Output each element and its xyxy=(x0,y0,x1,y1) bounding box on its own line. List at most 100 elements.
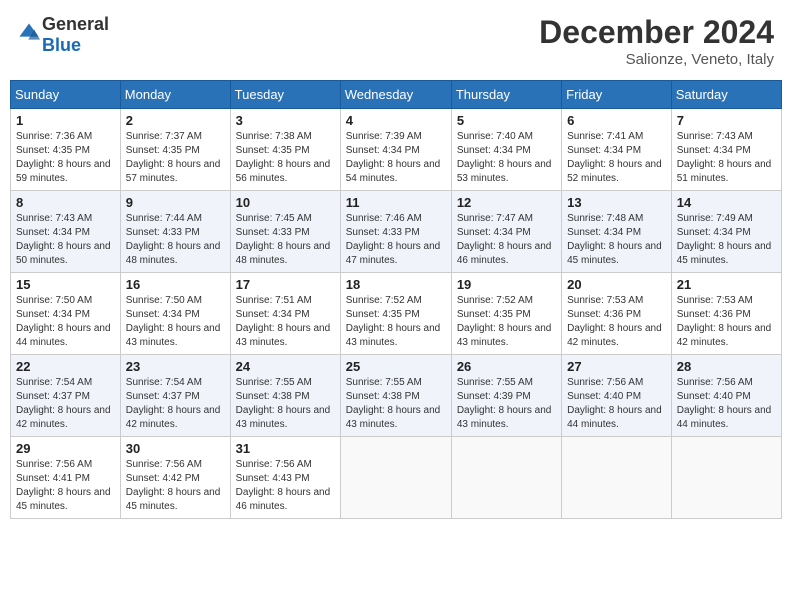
table-row: 30 Sunrise: 7:56 AM Sunset: 4:42 PM Dayl… xyxy=(120,437,230,519)
day-info: Sunrise: 7:54 AM Sunset: 4:37 PM Dayligh… xyxy=(126,377,221,430)
table-row: 2 Sunrise: 7:37 AM Sunset: 4:35 PM Dayli… xyxy=(120,109,230,191)
day-info: Sunrise: 7:45 AM Sunset: 4:33 PM Dayligh… xyxy=(236,213,331,266)
day-number: 5 xyxy=(457,113,556,128)
day-number: 26 xyxy=(457,359,556,374)
day-info: Sunrise: 7:41 AM Sunset: 4:34 PM Dayligh… xyxy=(567,131,662,184)
logo-general-text: General xyxy=(42,14,109,34)
day-number: 6 xyxy=(567,113,666,128)
table-row: 9 Sunrise: 7:44 AM Sunset: 4:33 PM Dayli… xyxy=(120,191,230,273)
day-info: Sunrise: 7:47 AM Sunset: 4:34 PM Dayligh… xyxy=(457,213,552,266)
table-row: 17 Sunrise: 7:51 AM Sunset: 4:34 PM Dayl… xyxy=(230,273,340,355)
day-number: 29 xyxy=(16,441,115,456)
col-sunday: Sunday xyxy=(11,81,121,109)
day-number: 4 xyxy=(346,113,446,128)
day-number: 7 xyxy=(677,113,776,128)
day-number: 1 xyxy=(16,113,115,128)
col-thursday: Thursday xyxy=(451,81,561,109)
table-row: 18 Sunrise: 7:52 AM Sunset: 4:35 PM Dayl… xyxy=(340,273,451,355)
day-info: Sunrise: 7:50 AM Sunset: 4:34 PM Dayligh… xyxy=(126,295,221,348)
day-number: 20 xyxy=(567,277,666,292)
day-info: Sunrise: 7:39 AM Sunset: 4:34 PM Dayligh… xyxy=(346,131,441,184)
title-section: December 2024 Salionze, Veneto, Italy xyxy=(539,14,774,68)
day-number: 30 xyxy=(126,441,225,456)
day-info: Sunrise: 7:49 AM Sunset: 4:34 PM Dayligh… xyxy=(677,213,772,266)
day-info: Sunrise: 7:38 AM Sunset: 4:35 PM Dayligh… xyxy=(236,131,331,184)
day-info: Sunrise: 7:56 AM Sunset: 4:40 PM Dayligh… xyxy=(567,377,662,430)
table-row: 14 Sunrise: 7:49 AM Sunset: 4:34 PM Dayl… xyxy=(671,191,781,273)
day-info: Sunrise: 7:48 AM Sunset: 4:34 PM Dayligh… xyxy=(567,213,662,266)
day-info: Sunrise: 7:52 AM Sunset: 4:35 PM Dayligh… xyxy=(457,295,552,348)
logo: General Blue xyxy=(18,14,109,56)
day-info: Sunrise: 7:43 AM Sunset: 4:34 PM Dayligh… xyxy=(677,131,772,184)
day-number: 9 xyxy=(126,195,225,210)
day-info: Sunrise: 7:40 AM Sunset: 4:34 PM Dayligh… xyxy=(457,131,552,184)
table-row xyxy=(562,437,672,519)
table-row: 24 Sunrise: 7:55 AM Sunset: 4:38 PM Dayl… xyxy=(230,355,340,437)
day-number: 17 xyxy=(236,277,335,292)
col-wednesday: Wednesday xyxy=(340,81,451,109)
day-number: 28 xyxy=(677,359,776,374)
table-row: 23 Sunrise: 7:54 AM Sunset: 4:37 PM Dayl… xyxy=(120,355,230,437)
day-info: Sunrise: 7:56 AM Sunset: 4:40 PM Dayligh… xyxy=(677,377,772,430)
day-number: 24 xyxy=(236,359,335,374)
table-row: 21 Sunrise: 7:53 AM Sunset: 4:36 PM Dayl… xyxy=(671,273,781,355)
table-row: 13 Sunrise: 7:48 AM Sunset: 4:34 PM Dayl… xyxy=(562,191,672,273)
col-saturday: Saturday xyxy=(671,81,781,109)
table-row: 3 Sunrise: 7:38 AM Sunset: 4:35 PM Dayli… xyxy=(230,109,340,191)
col-tuesday: Tuesday xyxy=(230,81,340,109)
day-number: 18 xyxy=(346,277,446,292)
table-row: 15 Sunrise: 7:50 AM Sunset: 4:34 PM Dayl… xyxy=(11,273,121,355)
day-number: 19 xyxy=(457,277,556,292)
day-info: Sunrise: 7:55 AM Sunset: 4:39 PM Dayligh… xyxy=(457,377,552,430)
day-number: 31 xyxy=(236,441,335,456)
day-info: Sunrise: 7:54 AM Sunset: 4:37 PM Dayligh… xyxy=(16,377,111,430)
day-number: 12 xyxy=(457,195,556,210)
day-number: 27 xyxy=(567,359,666,374)
table-row: 25 Sunrise: 7:55 AM Sunset: 4:38 PM Dayl… xyxy=(340,355,451,437)
day-info: Sunrise: 7:53 AM Sunset: 4:36 PM Dayligh… xyxy=(567,295,662,348)
day-info: Sunrise: 7:44 AM Sunset: 4:33 PM Dayligh… xyxy=(126,213,221,266)
day-info: Sunrise: 7:50 AM Sunset: 4:34 PM Dayligh… xyxy=(16,295,111,348)
col-friday: Friday xyxy=(562,81,672,109)
day-number: 14 xyxy=(677,195,776,210)
day-info: Sunrise: 7:46 AM Sunset: 4:33 PM Dayligh… xyxy=(346,213,441,266)
day-number: 2 xyxy=(126,113,225,128)
day-number: 8 xyxy=(16,195,115,210)
day-number: 16 xyxy=(126,277,225,292)
table-row: 29 Sunrise: 7:56 AM Sunset: 4:41 PM Dayl… xyxy=(11,437,121,519)
table-row: 4 Sunrise: 7:39 AM Sunset: 4:34 PM Dayli… xyxy=(340,109,451,191)
month-title: December 2024 xyxy=(539,14,774,51)
table-row: 19 Sunrise: 7:52 AM Sunset: 4:35 PM Dayl… xyxy=(451,273,561,355)
day-number: 10 xyxy=(236,195,335,210)
table-row: 11 Sunrise: 7:46 AM Sunset: 4:33 PM Dayl… xyxy=(340,191,451,273)
day-number: 23 xyxy=(126,359,225,374)
page-header: General Blue December 2024 Salionze, Ven… xyxy=(10,10,782,72)
day-info: Sunrise: 7:56 AM Sunset: 4:42 PM Dayligh… xyxy=(126,459,221,512)
day-number: 3 xyxy=(236,113,335,128)
table-row: 8 Sunrise: 7:43 AM Sunset: 4:34 PM Dayli… xyxy=(11,191,121,273)
table-row: 7 Sunrise: 7:43 AM Sunset: 4:34 PM Dayli… xyxy=(671,109,781,191)
day-number: 25 xyxy=(346,359,446,374)
table-row: 31 Sunrise: 7:56 AM Sunset: 4:43 PM Dayl… xyxy=(230,437,340,519)
day-number: 15 xyxy=(16,277,115,292)
day-number: 13 xyxy=(567,195,666,210)
day-info: Sunrise: 7:55 AM Sunset: 4:38 PM Dayligh… xyxy=(346,377,441,430)
table-row: 22 Sunrise: 7:54 AM Sunset: 4:37 PM Dayl… xyxy=(11,355,121,437)
table-row xyxy=(451,437,561,519)
day-info: Sunrise: 7:51 AM Sunset: 4:34 PM Dayligh… xyxy=(236,295,331,348)
table-row: 20 Sunrise: 7:53 AM Sunset: 4:36 PM Dayl… xyxy=(562,273,672,355)
day-info: Sunrise: 7:56 AM Sunset: 4:43 PM Dayligh… xyxy=(236,459,331,512)
table-row: 16 Sunrise: 7:50 AM Sunset: 4:34 PM Dayl… xyxy=(120,273,230,355)
table-row: 12 Sunrise: 7:47 AM Sunset: 4:34 PM Dayl… xyxy=(451,191,561,273)
day-number: 22 xyxy=(16,359,115,374)
table-row: 5 Sunrise: 7:40 AM Sunset: 4:34 PM Dayli… xyxy=(451,109,561,191)
day-info: Sunrise: 7:37 AM Sunset: 4:35 PM Dayligh… xyxy=(126,131,221,184)
day-number: 11 xyxy=(346,195,446,210)
table-row: 1 Sunrise: 7:36 AM Sunset: 4:35 PM Dayli… xyxy=(11,109,121,191)
day-info: Sunrise: 7:36 AM Sunset: 4:35 PM Dayligh… xyxy=(16,131,111,184)
day-number: 21 xyxy=(677,277,776,292)
logo-blue-text: Blue xyxy=(42,35,81,55)
table-row: 6 Sunrise: 7:41 AM Sunset: 4:34 PM Dayli… xyxy=(562,109,672,191)
calendar-table: Sunday Monday Tuesday Wednesday Thursday… xyxy=(10,80,782,519)
col-monday: Monday xyxy=(120,81,230,109)
